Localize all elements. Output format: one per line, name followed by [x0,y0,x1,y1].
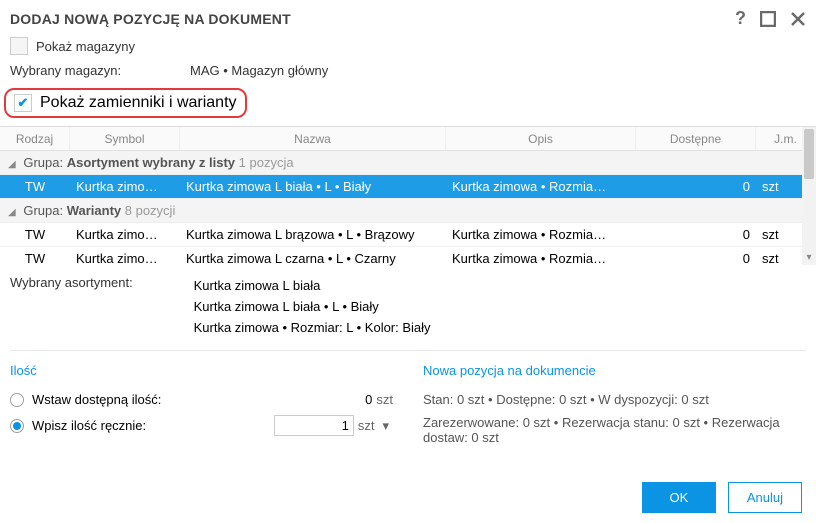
available-qty-unit: szt [376,392,393,407]
scroll-down-icon[interactable]: ▾ [802,252,816,263]
selected-item-label: Wybrany asortyment: [10,275,190,290]
col-opis[interactable]: Opis [446,127,636,150]
radio-manual-label: Wpisz ilość ręcznie: [32,418,146,433]
selected-warehouse-label: Wybrany magazyn: [10,63,190,78]
maximize-icon[interactable] [760,11,776,27]
close-icon[interactable] [790,11,806,27]
radio-manual-qty[interactable] [10,419,24,433]
group-row-variants[interactable]: ◢ Grupa: Warianty 8 pozycji [0,199,816,223]
available-qty-value: 0 [365,392,372,407]
stock-info-line2: Zarezerwowane: 0 szt • Rezerwacja stanu:… [423,411,806,449]
radio-available-label: Wstaw dostępną ilość: [32,392,161,407]
table-header: Rodzaj Symbol Nazwa Opis Dostępne J.m. [0,127,816,151]
show-warehouses-label: Pokaż magazyny [36,39,135,54]
show-variants-highlight: Pokaż zamienniki i warianty [4,88,247,118]
manual-qty-unit: szt [358,418,375,433]
col-rodzaj[interactable]: Rodzaj [0,127,70,150]
help-icon[interactable]: ? [735,8,746,29]
manual-qty-input[interactable] [274,415,354,436]
collapse-icon[interactable]: ◢ [8,159,16,170]
ok-button[interactable]: OK [642,482,716,513]
selected-warehouse-value: MAG • Magazyn główny [190,63,328,78]
show-warehouses-checkbox[interactable] [10,37,28,55]
doc-section-title: Nowa pozycja na dokumencie [423,363,806,378]
table-row[interactable]: TW Kurtka zimo… Kurtka zimowa L czarna •… [0,247,816,269]
col-dostepne[interactable]: Dostępne [636,127,756,150]
qty-dropdown-icon[interactable]: ▾ [378,418,393,434]
selected-item-details: Kurtka zimowa L biała Kurtka zimowa L bi… [194,275,431,338]
dialog-title: DODAJ NOWĄ POZYCJĘ NA DOKUMENT [10,11,291,27]
show-variants-checkbox[interactable] [14,94,32,112]
group-row-selected[interactable]: ◢ Grupa: Asortyment wybrany z listy 1 po… [0,151,816,175]
stock-info-line1: Stan: 0 szt • Dostępne: 0 szt • W dyspoz… [423,388,806,411]
scrollbar-thumb[interactable] [804,129,814,179]
col-nazwa[interactable]: Nazwa [180,127,446,150]
collapse-icon[interactable]: ◢ [8,207,16,218]
table-scrollbar[interactable]: ▾ [802,127,816,265]
table-row[interactable]: TW Kurtka zimo… Kurtka zimowa L biała • … [0,175,816,199]
cancel-button[interactable]: Anuluj [728,482,802,513]
table-row[interactable]: TW Kurtka zimo… Kurtka zimowa L brązowa … [0,223,816,247]
items-table: Rodzaj Symbol Nazwa Opis Dostępne J.m. ◢… [0,126,816,269]
col-symbol[interactable]: Symbol [70,127,180,150]
show-variants-label: Pokaż zamienniki i warianty [40,94,237,112]
qty-section-title: Ilość [10,363,393,378]
radio-available-qty[interactable] [10,393,24,407]
divider [10,350,806,351]
